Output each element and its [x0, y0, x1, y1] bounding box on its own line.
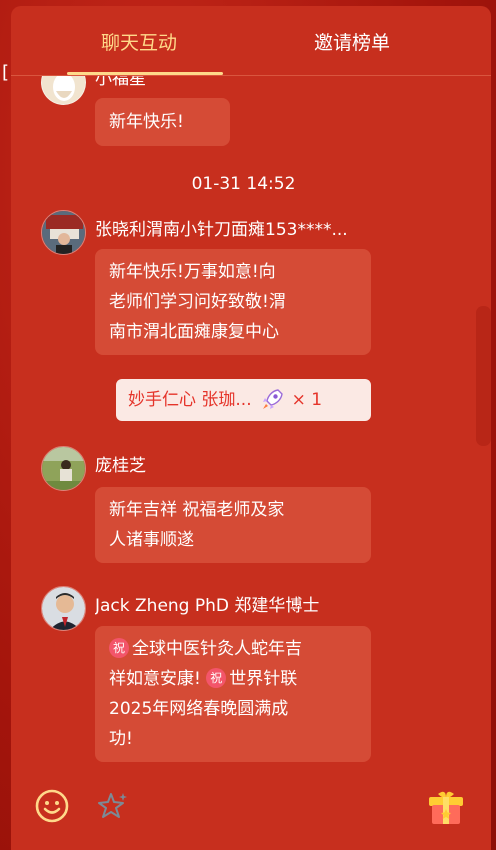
smile-icon[interactable]: [35, 789, 69, 827]
blessing-badge-icon: 祝: [206, 668, 227, 688]
message-text-line: 南市渭北面瘫康复中心: [109, 322, 279, 342]
message-bubble: 新年快乐!万事如意!向 老师们学习问好致敬!渭 南市渭北面瘫康复中心: [95, 249, 371, 355]
message-text: 全球中医针灸人蛇年吉: [132, 639, 302, 659]
message-text-line: 功!: [109, 729, 133, 749]
blessing-badge-icon: 祝: [109, 638, 129, 658]
username: 小福星: [95, 76, 146, 89]
scrollbar[interactable]: [476, 306, 491, 446]
message-text-line: 祝全球中医针灸人蛇年吉: [109, 634, 357, 664]
message-text: 新年快乐!: [109, 112, 184, 132]
message-text-line: 人诸事顺遂: [109, 530, 194, 550]
message-text: 世界针联: [229, 669, 298, 689]
message-list[interactable]: 小福星 新年快乐! 01-31 14:52 张晓利渭南小针刀面瘫153****.…: [11, 76, 491, 776]
message-text-line: 祥如意安康! 祝世界针联: [109, 664, 357, 694]
avatar[interactable]: [41, 586, 86, 631]
avatar[interactable]: [41, 446, 86, 491]
message-text-line: 老师们学习问好致敬!渭: [109, 292, 286, 312]
bottom-toolbar: [11, 781, 491, 841]
message-bubble: 新年快乐!: [95, 98, 230, 146]
message-text: 祥如意安康!: [109, 669, 201, 689]
tab-bar: 聊天互动 邀请榜单: [11, 6, 491, 76]
tab-invite-ranking[interactable]: 邀请榜单: [314, 28, 390, 55]
sparkle-star-icon[interactable]: [97, 790, 129, 826]
message-text-line: 2025年网络春晚圆满成: [109, 699, 289, 719]
active-tab-indicator: [67, 72, 223, 75]
chat-panel: 聊天互动 邀请榜单 小福星 新年快乐! 01-31 14:52 张晓利渭南小针刀…: [11, 6, 491, 850]
gift-sender-name: 妙手仁心 张珈...: [128, 390, 252, 410]
edge-bracket-glyph: [: [2, 62, 10, 83]
message-bubble: 新年吉祥 祝福老师及家 人诸事顺遂: [95, 487, 371, 563]
message-bubble: 祝全球中医针灸人蛇年吉 祥如意安康! 祝世界针联 2025年网络春晚圆满成 功!: [95, 626, 371, 762]
avatar[interactable]: [41, 76, 86, 105]
username: 庞桂芝: [95, 456, 146, 476]
username: 张晓利渭南小针刀面瘫153****...: [95, 220, 348, 240]
tab-chat[interactable]: 聊天互动: [101, 28, 177, 55]
rocket-icon: [260, 379, 284, 428]
message-timestamp: 01-31 14:52: [191, 174, 296, 194]
gift-box-icon[interactable]: [426, 786, 466, 830]
message-text-line: 新年吉祥 祝福老师及家: [109, 500, 285, 520]
gift-notification: 妙手仁心 张珈... × 1: [116, 379, 371, 421]
avatar[interactable]: [41, 210, 86, 255]
username: Jack Zheng PhD 郑建华博士: [95, 596, 320, 616]
gift-count: × 1: [291, 390, 323, 410]
message-text-line: 新年快乐!万事如意!向: [109, 262, 276, 282]
